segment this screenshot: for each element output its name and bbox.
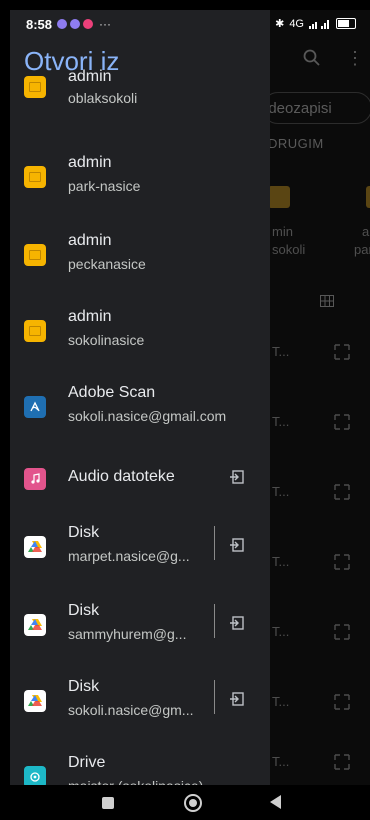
google-drive-icon xyxy=(24,614,46,636)
list-item-adobe-scan[interactable]: Adobe Scan sokoli.nasice@gmail.com xyxy=(10,380,270,454)
item-subtitle: sammyhurem@g... xyxy=(68,626,187,642)
recents-button[interactable] xyxy=(102,797,114,809)
item-subtitle: sokolinasice xyxy=(68,332,145,348)
item-subtitle: oblaksokoli xyxy=(68,90,138,106)
item-title: Disk xyxy=(68,524,100,541)
screen: ⋮ ideozapisi DRUGIM min sokoli a park T.… xyxy=(10,10,370,820)
item-subtitle: sokoli.nasice@gmail.com xyxy=(68,408,227,424)
item-subtitle: park-nasice xyxy=(68,178,141,194)
google-drive-icon xyxy=(24,536,46,558)
status-right: ✱ 4G xyxy=(275,17,356,30)
list-item-disk-sokoli[interactable]: Disk sokoli.nasice@gm... xyxy=(10,674,270,748)
item-title: admin xyxy=(68,232,112,249)
list-item-disk-marpet[interactable]: Disk marpet.nasice@g... xyxy=(10,520,270,594)
open-root-icon[interactable] xyxy=(228,614,246,632)
adobe-scan-icon xyxy=(24,396,46,418)
folder-icon xyxy=(24,166,46,188)
network-label: 4G xyxy=(289,17,304,30)
bluetooth-icon: ✱ xyxy=(275,18,285,30)
home-button[interactable] xyxy=(184,794,202,812)
audio-icon xyxy=(24,468,46,490)
list-item-disk-sammyhurem[interactable]: Disk sammyhurem@g... xyxy=(10,598,270,672)
item-title: Drive xyxy=(68,754,106,771)
open-root-icon[interactable] xyxy=(228,536,246,554)
item-title: Disk xyxy=(68,678,100,695)
list-item-admin-park-nasice[interactable]: admin park-nasice xyxy=(10,150,270,224)
open-from-drawer: Otvori iz admin oblaksokoli admin park-n… xyxy=(10,10,270,820)
item-title: Disk xyxy=(68,602,100,619)
signal-icon xyxy=(309,19,329,29)
item-title: admin xyxy=(68,154,112,171)
item-subtitle: marpet.nasice@g... xyxy=(68,548,190,564)
item-subtitle: sokoli.nasice@gm... xyxy=(68,702,194,718)
list-item-admin-oblaksokoli[interactable]: admin oblaksokoli xyxy=(10,40,270,114)
back-button[interactable] xyxy=(270,795,281,809)
notification-icon xyxy=(83,19,94,29)
item-title: admin xyxy=(68,308,112,325)
list-item-admin-peckanasice[interactable]: admin peckanasice xyxy=(10,228,270,302)
open-root-icon[interactable] xyxy=(228,690,246,708)
status-time: 8:58 xyxy=(26,16,53,32)
notification-icon xyxy=(70,19,81,29)
list-item-admin-sokolinasice[interactable]: admin sokolinasice xyxy=(10,304,270,378)
item-title: Adobe Scan xyxy=(68,384,156,401)
item-title: admin xyxy=(68,68,112,85)
notification-icon xyxy=(57,19,68,29)
divider xyxy=(214,526,215,560)
system-nav-bar xyxy=(10,785,370,820)
open-root-icon[interactable] xyxy=(228,468,246,486)
folder-icon xyxy=(24,76,46,98)
notification-icons xyxy=(57,19,94,29)
item-title: Audio datoteke xyxy=(68,468,175,485)
divider xyxy=(214,604,215,638)
battery-icon xyxy=(336,18,356,29)
google-drive-icon xyxy=(24,690,46,712)
status-bar: 8:58 ··· ✱ 4G xyxy=(10,10,370,38)
folder-icon xyxy=(24,320,46,342)
item-subtitle: peckanasice xyxy=(68,256,146,272)
divider xyxy=(214,680,215,714)
folder-icon xyxy=(24,244,46,266)
more-notifications: ··· xyxy=(99,17,112,31)
